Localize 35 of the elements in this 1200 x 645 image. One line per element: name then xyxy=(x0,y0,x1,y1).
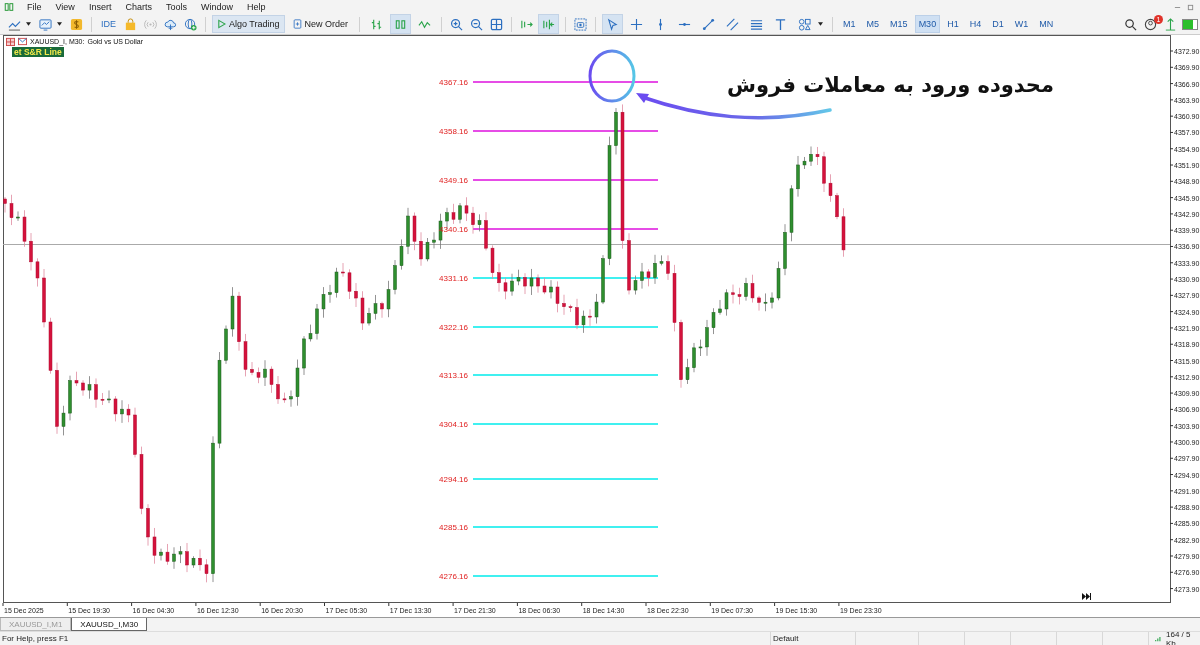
menu-item[interactable]: Help xyxy=(239,2,273,13)
ide-button[interactable]: IDE xyxy=(98,19,119,30)
level-price: 4322.16 xyxy=(439,322,468,332)
level-price: 4285.16 xyxy=(439,523,468,533)
menu-item[interactable]: Tools xyxy=(158,2,194,13)
level-price: 4349.16 xyxy=(439,176,468,186)
timeframe-button[interactable]: MN xyxy=(1035,15,1058,34)
new-order-button[interactable]: New Order xyxy=(287,15,354,34)
traffic-info: 164 / 5 Kb xyxy=(1166,629,1192,645)
annotation-text: محدوده ورود به معاملات فروش xyxy=(727,73,1054,98)
level-price: 4358.16 xyxy=(439,127,468,137)
timeframe-button[interactable]: M1 xyxy=(839,15,860,34)
timeframe-button[interactable]: D1 xyxy=(988,15,1008,34)
level-price: 4313.16 xyxy=(439,371,468,381)
timeframe-button[interactable]: H1 xyxy=(943,15,963,34)
menu-item[interactable]: File xyxy=(20,2,49,13)
chart-tab[interactable]: XAUUSD_I,M30 xyxy=(71,618,148,631)
menu-item[interactable]: Insert xyxy=(81,2,119,13)
status-help: For Help, press F1 xyxy=(0,632,771,645)
level-price: 4304.16 xyxy=(439,420,468,430)
level-price: 4276.16 xyxy=(439,572,468,582)
algo-trading-button[interactable]: Algo Trading xyxy=(212,15,285,34)
timeframe-button[interactable]: M5 xyxy=(862,15,884,34)
level-price: 4331.16 xyxy=(439,274,468,284)
level-price: 4367.16 xyxy=(439,78,468,88)
timeframe-button[interactable]: W1 xyxy=(1010,15,1033,34)
level-price: 4294.16 xyxy=(439,474,468,484)
menu-item[interactable]: Window xyxy=(193,2,240,13)
menu-item[interactable]: Charts xyxy=(118,2,159,13)
indicator-label: et S&R Line xyxy=(12,47,64,58)
timeframe-button[interactable]: M30 xyxy=(914,15,941,34)
timeframe-button[interactable]: M15 xyxy=(886,15,912,34)
status-profile: Default xyxy=(771,632,856,645)
timeframe-button[interactable]: H4 xyxy=(965,15,986,34)
menu-item[interactable]: View xyxy=(48,2,82,13)
